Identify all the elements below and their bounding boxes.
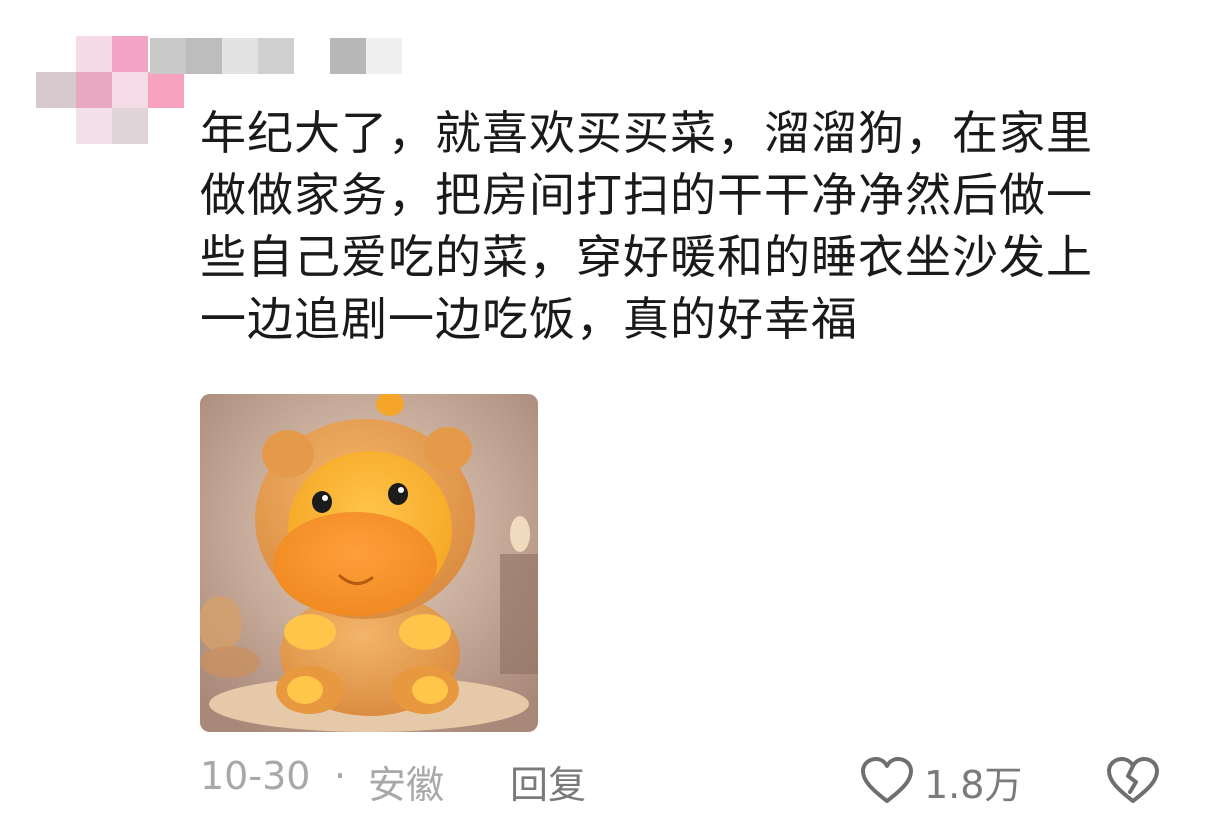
comment-date: 10-30 xyxy=(200,754,311,798)
reply-button[interactable]: 回复 xyxy=(510,754,586,809)
comment-line: 年纪大了，就喜欢买买菜，溜溜狗，在家里 xyxy=(200,106,1093,160)
comment-line: 做做家务，把房间打扫的干干净净然后做一 xyxy=(200,168,1093,222)
heart-outline-icon[interactable] xyxy=(860,756,914,806)
username-blurred[interactable] xyxy=(150,38,410,74)
comment-location: 安徽 xyxy=(368,763,445,807)
plush-toy-illustration xyxy=(200,394,538,732)
comment-image[interactable] xyxy=(200,394,538,732)
comment-footer: 10-30 · 安徽 回复 1.8万 xyxy=(200,754,1190,810)
comment-line: 些自己爱吃的菜，穿好暖和的睡衣坐沙发上 xyxy=(200,230,1093,284)
comment-line: 一边追剧一边吃饭，真的好幸福 xyxy=(200,292,858,346)
like-count: 1.8万 xyxy=(924,763,1023,807)
meta-separator: · xyxy=(334,754,347,798)
comment-text: 年纪大了，就喜欢买买菜，溜溜狗，在家里 做做家务，把房间打扫的干干净净然后做一 … xyxy=(200,102,1190,350)
broken-heart-icon[interactable] xyxy=(1106,756,1160,806)
